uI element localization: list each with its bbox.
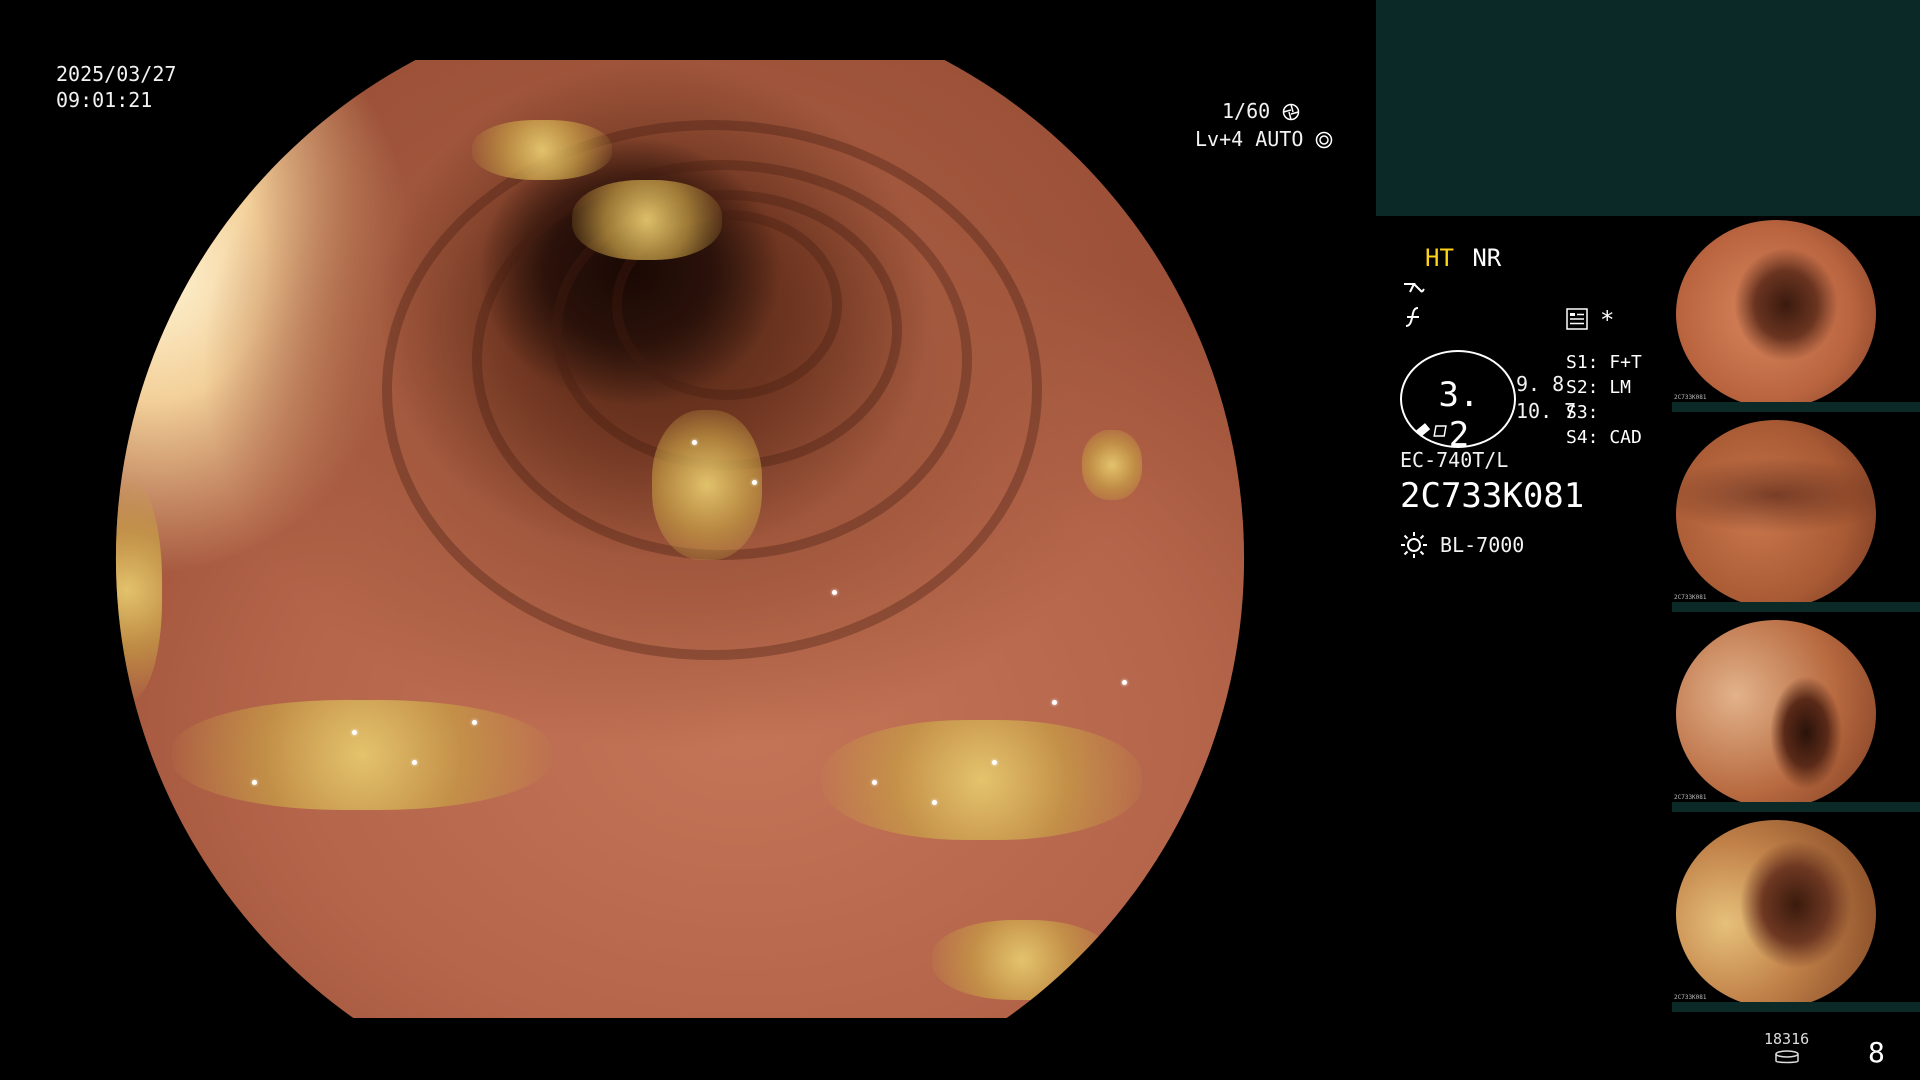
auto-iris-icon — [1316, 131, 1333, 149]
switch-s3: S3: — [1566, 402, 1599, 423]
specular-glint — [252, 780, 257, 785]
thumbnail-separator — [1672, 602, 1920, 612]
structure-enhancement-icon — [1404, 283, 1425, 293]
specular-glint — [412, 760, 417, 765]
thumbnail-serial: 2C733K081 — [1674, 594, 1707, 601]
thumbnail-image — [1676, 620, 1876, 808]
thumbnail-4[interactable]: 2C733K081 — [1672, 816, 1920, 1012]
storage-count: 18316 — [1764, 1030, 1810, 1048]
stool-residue — [472, 120, 612, 180]
time-label: 09:01:21 — [56, 88, 153, 112]
specular-glint — [352, 730, 357, 735]
scope-value: 3. 2 — [1438, 375, 1480, 455]
side-value-1: 9. 8 — [1516, 372, 1565, 396]
menu-list-icon — [1566, 308, 1588, 330]
specular-glint — [932, 800, 937, 805]
thumbnail-serial: 2C733K081 — [1674, 794, 1707, 801]
level-mode-label: Lv+4 AUTO — [1195, 127, 1304, 151]
stool-residue — [1082, 430, 1142, 500]
stool-residue — [822, 720, 1142, 840]
enhancement-modes: HT NR — [1425, 244, 1501, 272]
status-panel-background — [1376, 0, 1920, 216]
thumbnail-image — [1676, 420, 1876, 608]
specular-glint — [1122, 680, 1127, 685]
image-count: 8 — [1868, 1036, 1885, 1069]
level-mode: Lv+4 AUTO — [1195, 127, 1333, 152]
nr-indicator: NR — [1472, 244, 1502, 272]
thumbnail-2[interactable]: 2C733K081 — [1672, 416, 1920, 612]
specular-glint — [752, 480, 757, 485]
thumbnail-separator — [1672, 1002, 1920, 1012]
stool-residue — [172, 700, 552, 810]
thumbnail-3[interactable]: 2C733K081 — [1672, 616, 1920, 812]
stool-residue — [115, 480, 162, 700]
asterisk-icon: * — [1600, 306, 1615, 334]
light-source-icon — [1401, 532, 1427, 558]
switch-s4: S4: CAD — [1566, 427, 1642, 448]
stool-residue — [572, 180, 722, 260]
scope-serial: 2C733K081 — [1400, 476, 1585, 516]
switch-assignments: S1: F+T S2: LM S3: S4: CAD — [1566, 350, 1642, 450]
specular-glint — [992, 760, 997, 765]
thumbnail-serial: 2C733K081 — [1674, 994, 1707, 1001]
thumbnail-serial: 2C733K081 — [1674, 394, 1707, 401]
thumbnail-1[interactable]: 2C733K081 — [1672, 216, 1920, 412]
switch-s2: S2: LM — [1566, 377, 1632, 398]
shutter-speed: 1/60 — [1222, 99, 1300, 124]
contrast-icon — [1405, 307, 1419, 327]
switch-s1: S1: F+T — [1566, 352, 1642, 373]
specular-glint — [472, 720, 477, 725]
ht-indicator: HT — [1425, 244, 1454, 272]
stool-residue — [932, 920, 1112, 1000]
specular-glint — [872, 780, 877, 785]
shutter-label: 1/60 — [1222, 99, 1271, 123]
specular-glint — [832, 590, 837, 595]
light-source-label: BL-7000 — [1440, 533, 1525, 557]
endoscope-main-view — [115, 60, 1245, 1018]
light-source: BL-7000 — [1400, 531, 1524, 559]
aperture-icon — [1282, 103, 1300, 121]
storage-disk-icon — [1775, 1050, 1799, 1064]
scope-direction-icon — [1415, 423, 1447, 437]
thumbnail-separator — [1672, 402, 1920, 412]
specular-glint — [692, 440, 697, 445]
thumbnail-image — [1676, 220, 1876, 408]
stool-residue — [652, 410, 762, 560]
date-label: 2025/03/27 — [56, 62, 177, 86]
thumbnail-separator — [1672, 802, 1920, 812]
thumbnail-image — [1676, 820, 1876, 1008]
scope-model: EC-740T/L — [1400, 448, 1509, 472]
specular-glint — [1052, 700, 1057, 705]
